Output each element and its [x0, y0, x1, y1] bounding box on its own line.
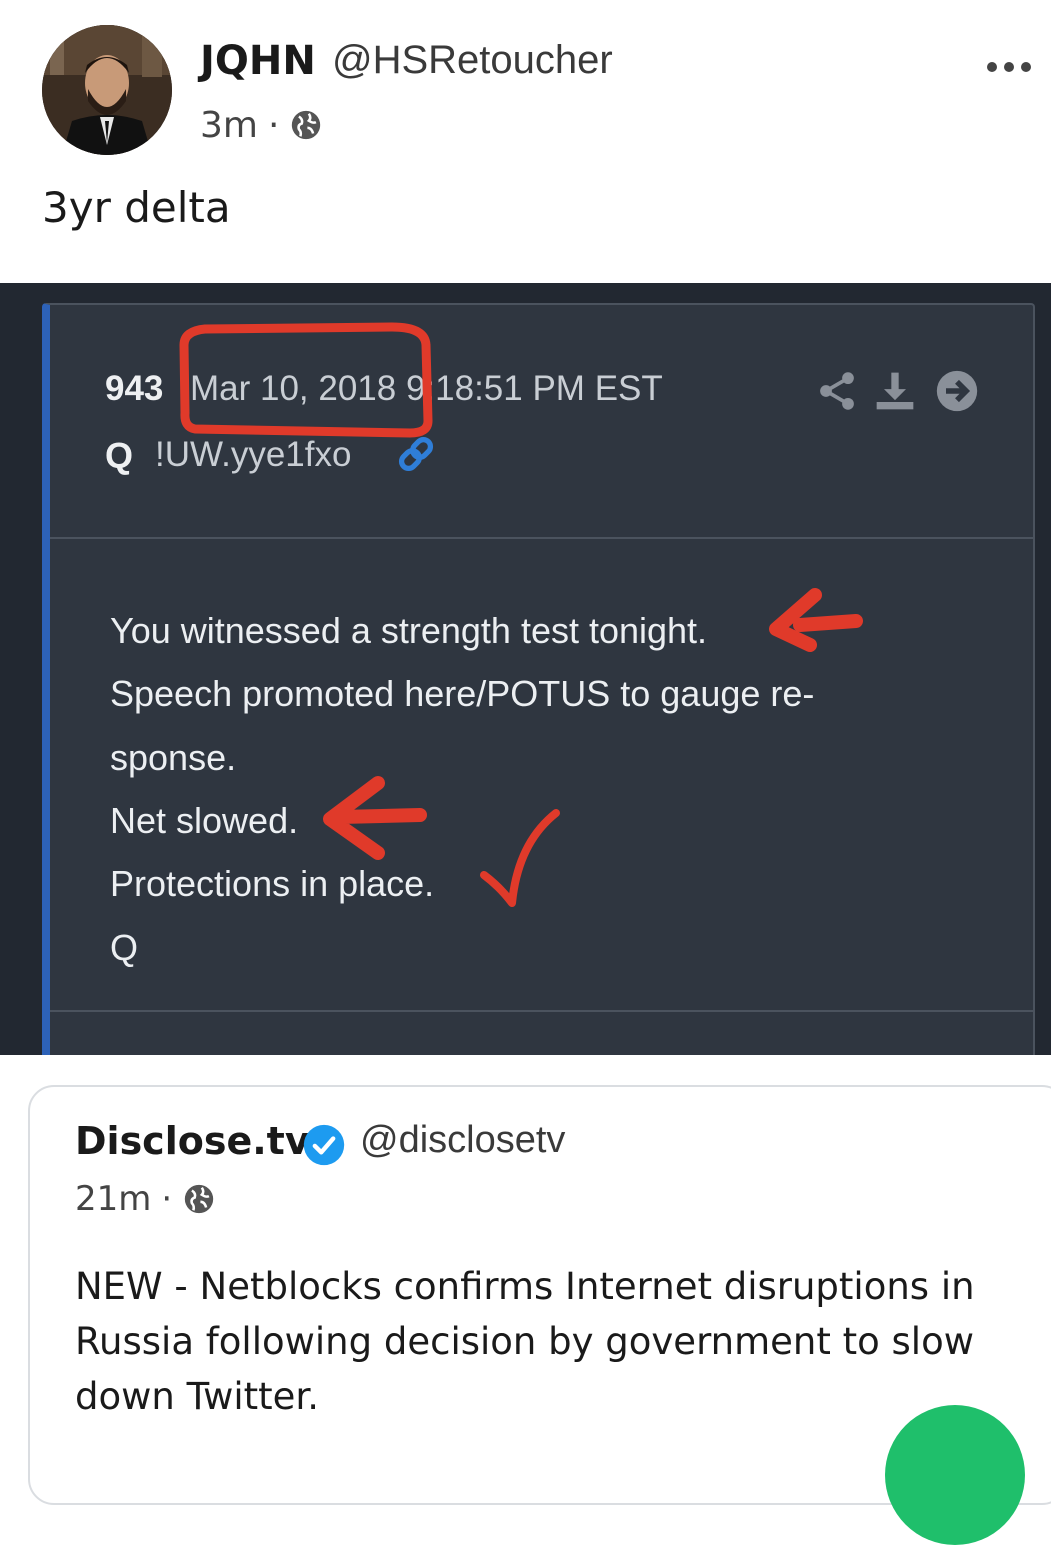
body-line: Net slowed. [110, 800, 299, 841]
poster-name: Q [105, 435, 134, 476]
quoted-time: 21m [75, 1179, 152, 1219]
link-icon [398, 436, 434, 472]
meta-separator: · [161, 1179, 173, 1219]
body-line: Q [110, 927, 139, 968]
globe-icon [185, 1184, 214, 1214]
post-date: Mar 10, 2018 9:18:51 PM EST [190, 369, 663, 408]
compose-fab-button[interactable] [885, 1405, 1025, 1545]
arrow-circle-right-icon [936, 370, 978, 412]
post-text: 3yr delta [42, 183, 231, 232]
globe-icon [292, 110, 321, 140]
body-line: Speech promoted here/POTUS to gauge re- [110, 673, 815, 714]
q-post-card: 943 Mar 10, 2018 9:18:51 PM EST Q !UW.yy… [42, 303, 1035, 1055]
avatar-image [42, 25, 172, 155]
quoted-author-handle: @disclosetv [360, 1119, 566, 1161]
quoted-meta: 21m · [75, 1175, 216, 1223]
card-divider [50, 1010, 1033, 1012]
avatar[interactable] [42, 25, 172, 155]
more-options-button[interactable] [984, 52, 1034, 82]
verified-badge-icon [303, 1124, 345, 1166]
author-handle[interactable]: @HSRetoucher [332, 38, 613, 83]
download-icon [876, 372, 914, 410]
tripcode: !UW.yye1fxo [155, 435, 352, 474]
embedded-image[interactable]: 943 Mar 10, 2018 9:18:51 PM EST Q !UW.yy… [0, 283, 1051, 1055]
body-line: You witnessed a strength test tonight. [110, 610, 708, 651]
author-name[interactable]: JQHN [200, 38, 316, 84]
post-meta: 3m · [200, 100, 323, 150]
quoted-author-name: Disclose.tv [75, 1119, 310, 1163]
q-post-header: 943 Mar 10, 2018 9:18:51 PM EST Q !UW.yy… [50, 305, 1033, 539]
quoted-tweet-text: NEW - Netblocks confirms Internet disrup… [75, 1265, 975, 1418]
body-line: sponse. [110, 737, 237, 778]
post-number: 943 [105, 369, 164, 408]
more-dots-icon [987, 62, 1031, 72]
share-icon [820, 372, 854, 410]
meta-separator: · [267, 104, 280, 146]
body-line: Protections in place. [110, 863, 435, 904]
post-time[interactable]: 3m [200, 105, 258, 146]
